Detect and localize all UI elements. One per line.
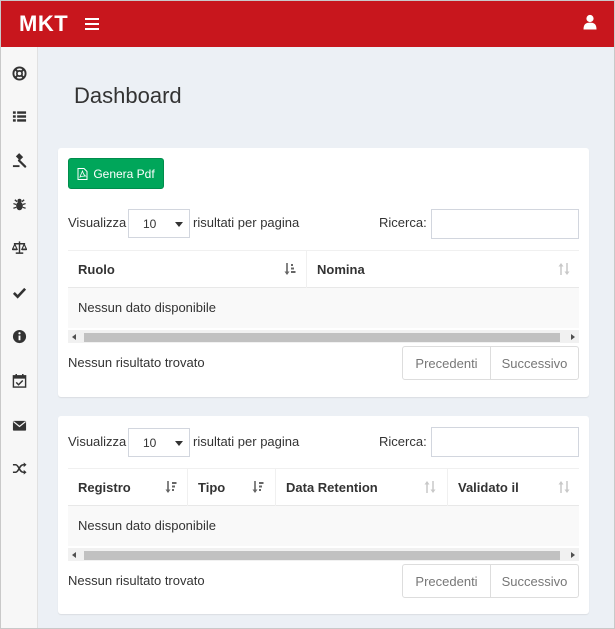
sidebar-item-life-ring[interactable] (1, 57, 37, 89)
pagination: Precedenti Successivo (402, 564, 579, 598)
life-ring-icon (11, 65, 27, 81)
registry-table: Registro Tipo Data Retention Validato il… (68, 468, 579, 561)
column-header-tipo[interactable]: Tipo (188, 469, 276, 506)
table-info: Nessun risultato trovato (68, 573, 205, 588)
user-icon[interactable] (583, 14, 597, 30)
horizontal-scrollbar[interactable] (68, 548, 579, 561)
length-label-show: Visualizza (68, 215, 127, 230)
calendar-check-icon (12, 373, 26, 388)
sidebar-item-calendar[interactable] (1, 364, 37, 396)
roles-table: Ruolo Nomina Nessun dato disponibile (68, 250, 579, 343)
bug-icon (12, 198, 26, 210)
info-circle-icon (12, 329, 26, 343)
sort-asc-icon (284, 263, 296, 275)
check-icon (12, 287, 26, 299)
search-label: Ricerca: (379, 434, 427, 449)
page-length-value: 10 (143, 217, 157, 231)
sidebar-item-envelope[interactable] (1, 409, 37, 441)
table-header: Registro Tipo Data Retention Validato il (68, 469, 579, 506)
horizontal-scrollbar[interactable] (68, 330, 579, 343)
chevron-down-icon (175, 222, 183, 227)
column-label: Tipo (198, 480, 226, 495)
scrollbar-thumb[interactable] (84, 333, 560, 342)
column-header-data-retention[interactable]: Data Retention (276, 469, 448, 506)
page-length-value: 10 (143, 436, 157, 450)
sidebar-item-random[interactable] (1, 452, 37, 484)
gavel-icon (12, 152, 26, 168)
pagination: Precedenti Successivo (402, 346, 579, 380)
column-header-validato-il[interactable]: Validato il (448, 469, 579, 506)
scroll-left-icon[interactable] (72, 334, 76, 340)
length-label-per-page: risultati per pagina (193, 434, 300, 449)
search-input[interactable] (431, 427, 579, 457)
previous-page-button[interactable]: Precedenti (403, 565, 491, 597)
app-window: MKT Dashboard Genera Pdf Visualizza 10 r… (0, 0, 615, 629)
top-navbar: MKT (1, 1, 614, 47)
registry-table-panel: Visualizza 10 risultati per pagina Ricer… (58, 416, 589, 614)
column-header-nomina[interactable]: Nomina (307, 251, 579, 288)
chevron-down-icon (175, 441, 183, 446)
hamburger-menu-icon[interactable] (85, 18, 99, 30)
search-label: Ricerca: (379, 215, 427, 230)
brand-logo[interactable]: MKT (19, 11, 68, 37)
scroll-right-icon[interactable] (571, 552, 575, 558)
sort-icon (558, 481, 570, 493)
sidebar-item-list[interactable] (1, 100, 37, 132)
empty-table-row: Nessun dato disponibile (68, 288, 579, 328)
sort-icon (424, 481, 436, 493)
sidebar-item-bug[interactable] (1, 188, 37, 220)
scrollbar-thumb[interactable] (84, 551, 560, 560)
column-label: Validato il (458, 480, 519, 495)
scroll-right-icon[interactable] (571, 334, 575, 340)
next-page-button[interactable]: Successivo (491, 565, 578, 597)
page-length-select[interactable]: 10 (128, 428, 190, 457)
balance-scale-icon (11, 240, 27, 254)
list-icon (12, 110, 26, 122)
file-pdf-icon (77, 167, 88, 180)
length-label-per-page: risultati per pagina (193, 215, 300, 230)
random-icon (12, 461, 27, 475)
sort-icon (558, 263, 570, 275)
previous-page-button[interactable]: Precedenti (403, 347, 491, 379)
length-label-show: Visualizza (68, 434, 127, 449)
column-label: Nomina (317, 262, 365, 277)
table-info: Nessun risultato trovato (68, 355, 205, 370)
column-label: Registro (78, 480, 131, 495)
search-input[interactable] (431, 209, 579, 239)
sidebar (1, 47, 38, 628)
empty-table-row: Nessun dato disponibile (68, 506, 579, 546)
generate-pdf-button[interactable]: Genera Pdf (68, 158, 164, 189)
sort-desc-icon (165, 481, 177, 493)
table-header: Ruolo Nomina (68, 251, 579, 288)
column-header-registro[interactable]: Registro (68, 469, 188, 506)
column-label: Data Retention (286, 480, 378, 495)
sort-desc-icon (252, 481, 264, 493)
envelope-icon (12, 420, 26, 431)
next-page-button[interactable]: Successivo (491, 347, 578, 379)
generate-pdf-label: Genera Pdf (93, 166, 155, 181)
scroll-left-icon[interactable] (72, 552, 76, 558)
sidebar-item-check[interactable] (1, 276, 37, 308)
page-length-select[interactable]: 10 (128, 209, 190, 238)
column-label: Ruolo (78, 262, 115, 277)
sidebar-item-balance-scale[interactable] (1, 231, 37, 263)
page-title: Dashboard (74, 83, 182, 108)
sidebar-item-gavel[interactable] (1, 144, 37, 176)
column-header-ruolo[interactable]: Ruolo (68, 251, 307, 288)
roles-table-panel: Genera Pdf Visualizza 10 risultati per p… (58, 148, 589, 397)
sidebar-item-info[interactable] (1, 320, 37, 352)
